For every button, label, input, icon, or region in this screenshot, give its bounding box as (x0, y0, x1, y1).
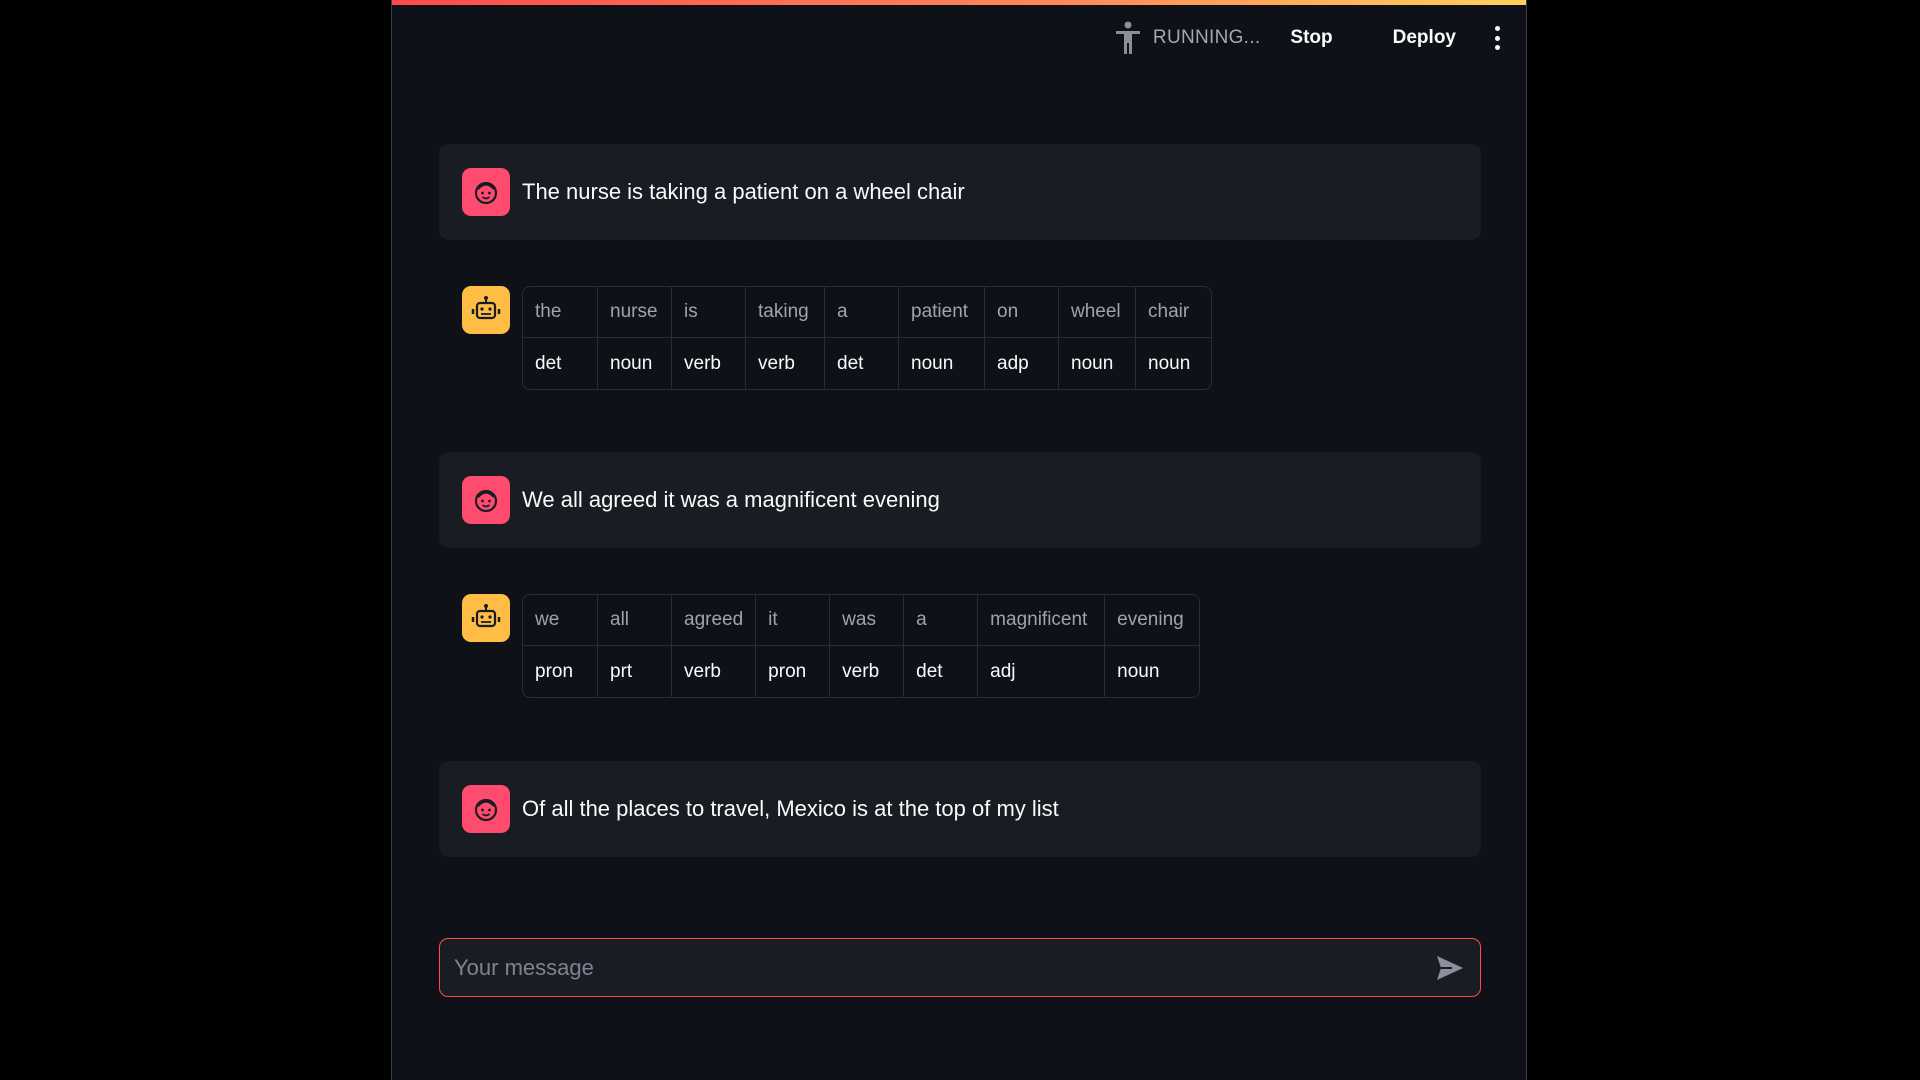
user-avatar (462, 476, 510, 524)
pos-table: we all agreed it was a magnificent eveni… (522, 594, 1201, 698)
word-cell: patient (899, 287, 985, 338)
deploy-button[interactable]: Deploy (1393, 21, 1456, 55)
send-button[interactable] (1434, 952, 1466, 984)
word-cell: is (672, 287, 746, 338)
running-person-icon (1113, 21, 1143, 55)
tag-cell: noun (1059, 338, 1136, 389)
face-icon (474, 181, 498, 205)
user-message: We all agreed it was a magnificent eveni… (439, 452, 1481, 548)
kebab-menu-icon[interactable] (1492, 26, 1502, 50)
app-frame: RUNNING... Stop Deploy The nurse is taki… (391, 0, 1527, 1080)
tag-row: pron prt verb pron verb det adj noun (523, 646, 1199, 697)
robot-icon (471, 604, 501, 628)
word-cell: nurse (598, 287, 672, 338)
word-cell: we (523, 595, 598, 646)
tag-cell: det (904, 646, 979, 697)
tag-cell: pron (523, 646, 598, 697)
word-cell: taking (746, 287, 825, 338)
tag-cell: noun (1148, 352, 1191, 374)
word-cell: all (598, 595, 672, 646)
user-avatar (462, 785, 510, 833)
tag-cell: prt (598, 646, 672, 697)
word-cell: a (904, 595, 979, 646)
tag-row: det noun verb verb det noun adp noun nou… (523, 338, 1211, 389)
word-cell: the (523, 287, 598, 338)
user-message: The nurse is taking a patient on a wheel… (439, 144, 1481, 240)
tag-cell: noun (598, 338, 672, 389)
toolbar: RUNNING... Stop Deploy (1113, 20, 1502, 56)
assistant-avatar (462, 594, 510, 642)
pos-table: the nurse is taking a patient on wheel c… (522, 286, 1212, 390)
word-cell: wheel (1059, 287, 1136, 338)
tag-cell: det (825, 338, 899, 389)
face-icon (474, 798, 498, 822)
tag-cell: verb (830, 646, 905, 697)
word-cell: was (830, 595, 905, 646)
word-cell: agreed (672, 595, 757, 646)
word-row: we all agreed it was a magnificent eveni… (523, 595, 1200, 646)
stop-button[interactable]: Stop (1290, 21, 1332, 55)
tag-cell: noun (1117, 660, 1160, 682)
tag-cell: det (523, 338, 598, 389)
word-cell: chair (1136, 287, 1211, 338)
chat-input-container (439, 938, 1481, 997)
top-decoration-bar (392, 0, 1526, 5)
tag-cell: verb (672, 338, 746, 389)
tag-cell: adj (978, 646, 1106, 697)
word-cell: on (985, 287, 1059, 338)
send-icon (1437, 956, 1463, 980)
message-text: The nurse is taking a patient on a wheel… (522, 179, 965, 204)
word-cell: evening (1105, 595, 1200, 646)
tag-cell: verb (672, 646, 757, 697)
word-row: the nurse is taking a patient on wheel c… (523, 287, 1211, 338)
message-input[interactable] (452, 939, 1416, 997)
robot-icon (471, 296, 501, 320)
message-text: We all agreed it was a magnificent eveni… (522, 487, 940, 512)
word-cell: it (756, 595, 831, 646)
tag-cell: noun (899, 338, 985, 389)
face-icon (474, 489, 498, 513)
message-text: Of all the places to travel, Mexico is a… (522, 796, 1059, 821)
word-cell: a (825, 287, 899, 338)
tag-cell: pron (756, 646, 831, 697)
assistant-avatar (462, 286, 510, 334)
running-status-text: RUNNING... (1152, 27, 1261, 48)
tag-cell: verb (746, 338, 825, 389)
tag-cell: adp (985, 338, 1059, 389)
user-message: Of all the places to travel, Mexico is a… (439, 761, 1481, 857)
word-cell: magnificent (978, 595, 1106, 646)
user-avatar (462, 168, 510, 216)
status-widget: RUNNING... (1113, 21, 1261, 55)
